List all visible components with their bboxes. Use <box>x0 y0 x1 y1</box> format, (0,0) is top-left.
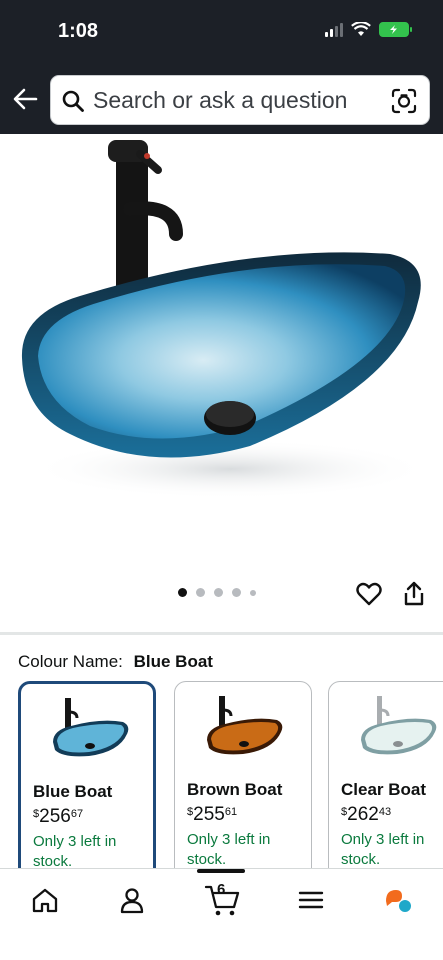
bottom-navigation: 6 <box>0 868 443 960</box>
variant-price: $25667 <box>33 806 84 827</box>
carousel-dot[interactable] <box>214 588 223 597</box>
battery-icon <box>379 22 412 37</box>
search-icon[interactable] <box>61 89 85 113</box>
back-arrow-icon[interactable] <box>12 86 38 112</box>
variant-name: Brown Boat <box>187 780 283 799</box>
home-icon[interactable] <box>30 885 60 915</box>
camera-lens-icon[interactable] <box>391 88 417 114</box>
variant-stock: Only 3 left in stock. <box>187 831 271 868</box>
carousel-dot[interactable] <box>178 588 187 597</box>
variant-card-blue-boat[interactable]: Blue Boat $25667 Only 3 left in stock. <box>18 681 156 871</box>
heart-icon[interactable] <box>355 580 383 608</box>
status-icons <box>325 22 412 37</box>
variant-stock: Only 3 left in stock. <box>341 831 425 868</box>
section-divider <box>0 632 443 635</box>
variant-price: $25561 <box>187 804 238 825</box>
vessel-sink-image <box>21 140 430 499</box>
carousel-dot[interactable] <box>196 588 205 597</box>
variant-thumbnail <box>207 696 283 755</box>
colour-name-row: Colour Name: Blue Boat <box>18 652 213 672</box>
colour-value: Blue Boat <box>133 652 213 671</box>
cell-signal-icon <box>325 22 343 37</box>
carousel-dot[interactable] <box>250 589 256 596</box>
variant-carousel[interactable]: Blue Boat $25667 Only 3 left in stock. B… <box>18 681 443 871</box>
active-tab-indicator <box>197 869 245 873</box>
status-time: 1:08 <box>58 20 99 42</box>
cart-icon[interactable] <box>204 883 240 917</box>
search-input[interactable] <box>93 76 383 124</box>
variant-card-brown-boat[interactable]: Brown Boat $25561 Only 3 left in stock. <box>174 681 312 871</box>
rufus-icon[interactable] <box>383 885 413 915</box>
variant-card-clear-boat[interactable]: Clear Boat $26243 Only 3 left in stock. <box>328 681 443 871</box>
carousel-dot[interactable] <box>232 588 241 597</box>
menu-icon[interactable] <box>296 885 326 915</box>
image-carousel-dots[interactable] <box>178 588 256 597</box>
account-icon[interactable] <box>117 885 147 915</box>
product-image[interactable] <box>0 134 443 574</box>
variant-name: Clear Boat <box>341 780 427 799</box>
share-icon[interactable] <box>401 580 427 608</box>
search-bar[interactable] <box>50 75 430 125</box>
wifi-icon <box>351 22 371 36</box>
variant-stock: Only 3 left in stock. <box>33 833 117 870</box>
variant-name: Blue Boat <box>33 782 113 801</box>
colour-label: Colour Name: <box>18 652 123 671</box>
variant-thumbnail <box>53 698 129 757</box>
variant-price: $26243 <box>341 804 392 825</box>
variant-thumbnail <box>361 696 437 755</box>
app-header: 1:08 <box>0 0 443 134</box>
